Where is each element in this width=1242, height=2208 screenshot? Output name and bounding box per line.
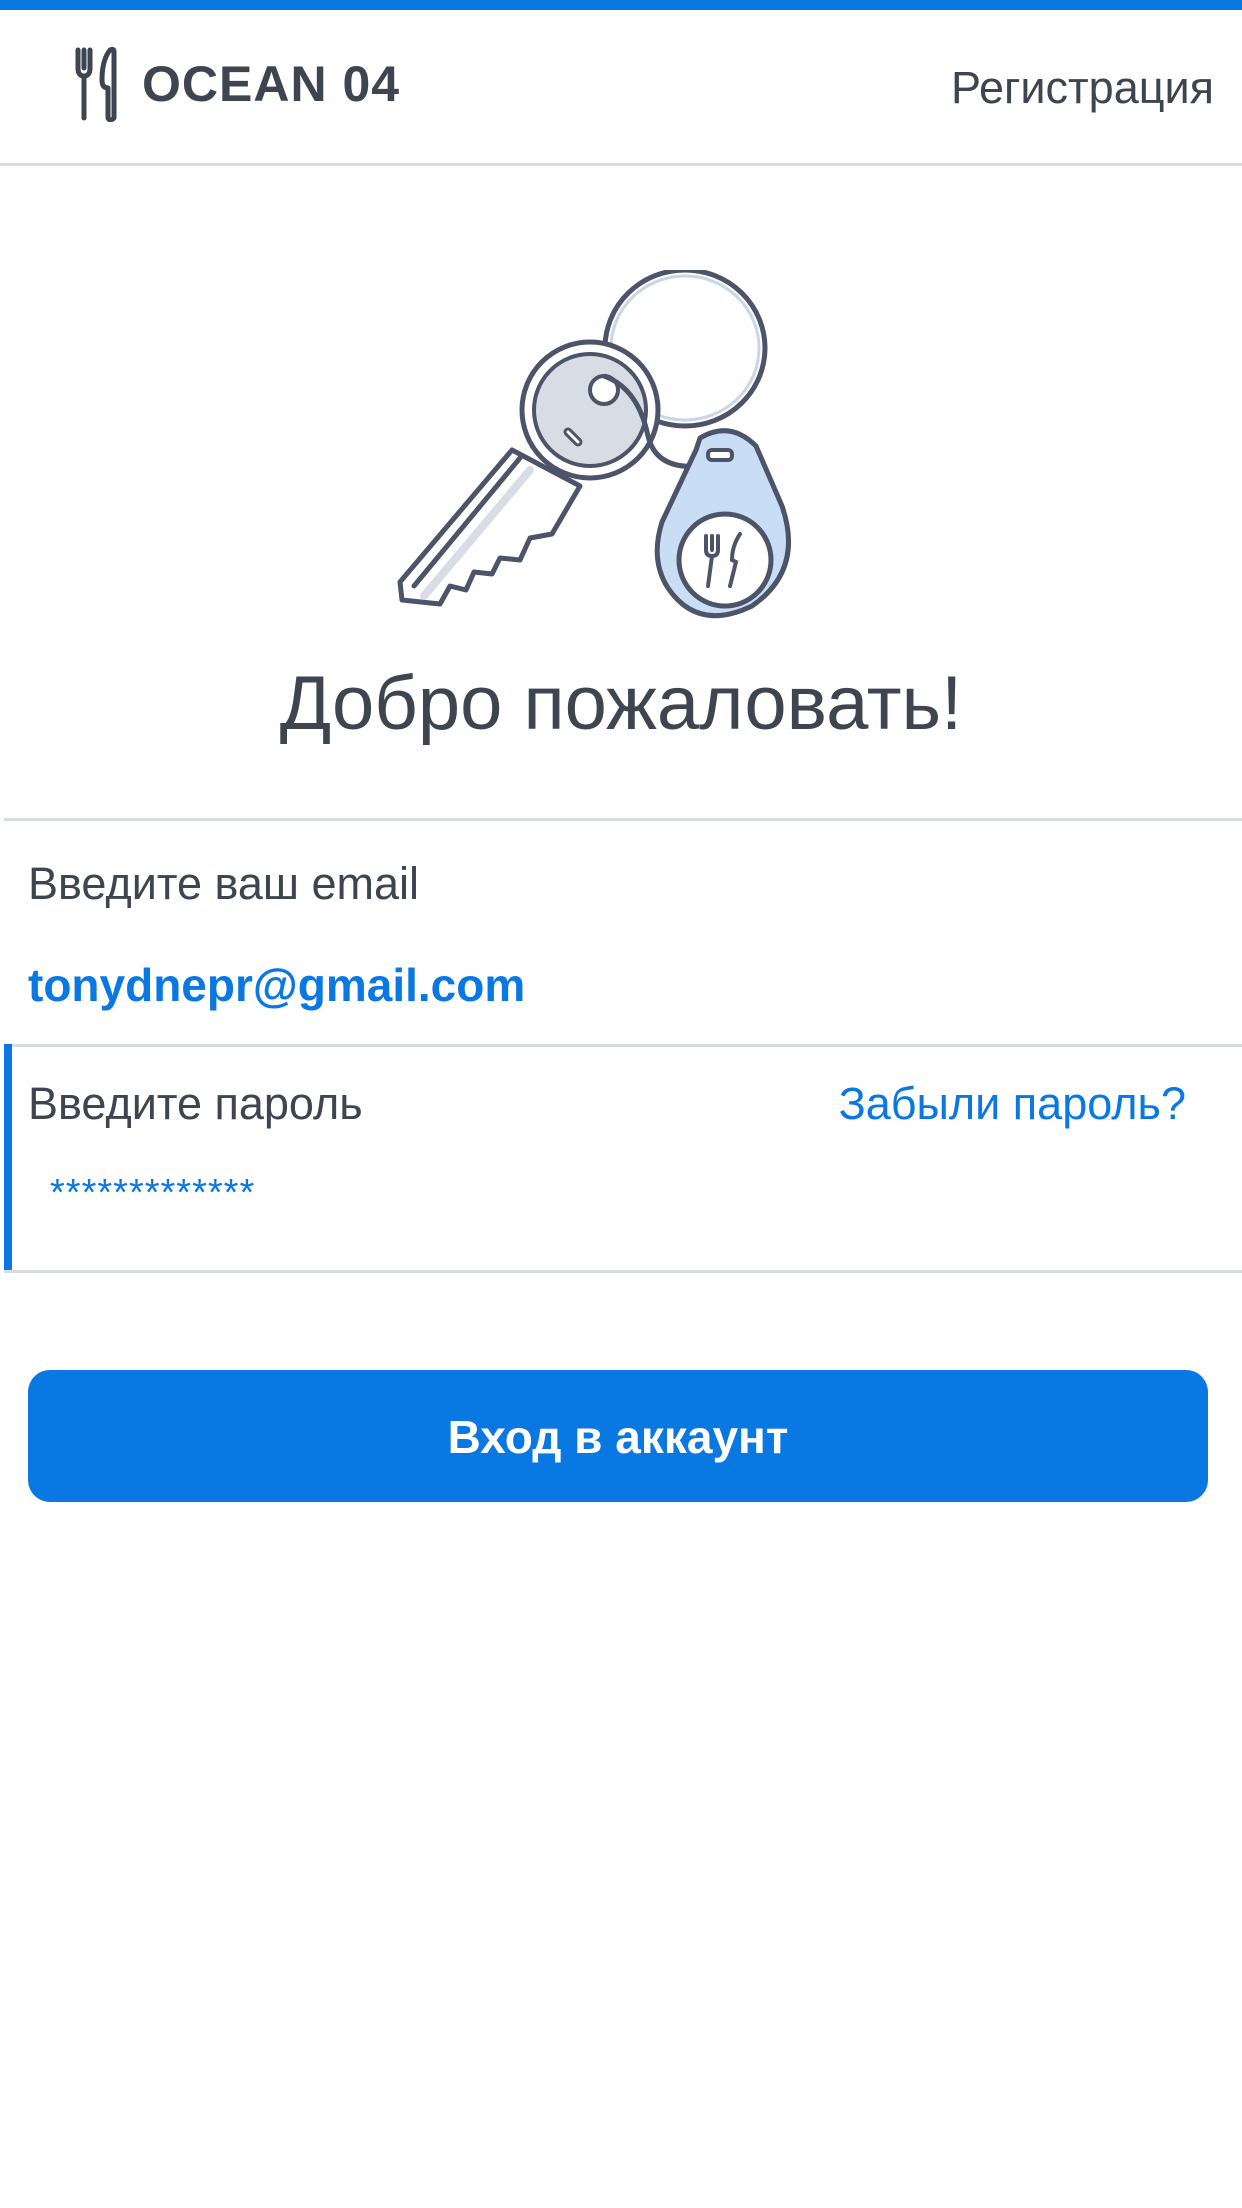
register-link[interactable]: Регистрация [951,62,1214,114]
password-field[interactable] [50,1172,950,1215]
email-field[interactable] [28,958,1208,1012]
password-label: Введите пароль [28,1078,363,1129]
email-label: Введите ваш email [28,858,420,909]
forgot-password-link[interactable]: Забыли пароль? [839,1078,1186,1130]
login-button[interactable]: Вход в аккаунт [28,1370,1208,1502]
divider [4,1270,1242,1273]
welcome-heading: Добро пожаловать! [279,661,963,746]
fork-knife-icon [75,46,117,122]
divider [4,818,1242,821]
top-accent-bar [0,0,1242,10]
brand-logo[interactable]: OCEAN 04 [72,44,400,124]
app-header: OCEAN 04 Регистрация [0,10,1242,166]
brand-name: OCEAN 04 [142,56,401,112]
keys-with-restaurant-tag-icon [397,270,791,619]
